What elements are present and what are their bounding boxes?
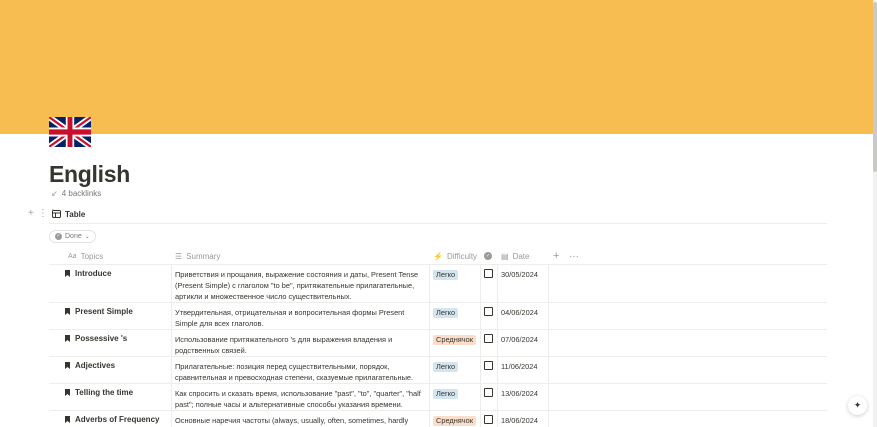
column-label: Date <box>512 251 530 261</box>
column-header-summary[interactable]: ☰ Summary <box>175 249 220 263</box>
done-checkbox[interactable] <box>484 415 493 424</box>
done-checkbox[interactable] <box>484 361 493 370</box>
calendar-icon: ▤ <box>501 251 509 261</box>
table-row[interactable]: Adverbs of Frequency Основные наречия ча… <box>49 411 827 427</box>
topic-cell[interactable]: Possessive 's <box>65 334 127 343</box>
table-row[interactable]: Introduce Приветствия и прощания, выраже… <box>49 265 827 303</box>
column-label: Summary <box>186 251 221 261</box>
done-checkbox[interactable] <box>484 307 493 316</box>
table-icon <box>52 210 61 218</box>
ai-assistant-button[interactable]: ✦ <box>848 396 867 415</box>
difficulty-badge[interactable]: Среднячок <box>433 335 476 345</box>
summary-cell[interactable]: Использование притяжательного 's для выр… <box>175 334 425 356</box>
sparkle-icon: ✦ <box>853 400 862 410</box>
topic-cell[interactable]: Adverbs of Frequency <box>65 415 159 424</box>
view-label: Table <box>65 209 86 219</box>
backlinks-link[interactable]: ↙ 4 backlinks <box>51 188 101 198</box>
topic-title: Possessive 's <box>75 334 128 343</box>
topic-title: Introduce <box>75 269 112 278</box>
done-checkbox[interactable] <box>484 334 493 343</box>
chevron-down-icon: ⌄ <box>84 234 90 240</box>
date-cell[interactable]: 04/06/2024 <box>501 308 538 317</box>
topic-cell[interactable]: Introduce <box>65 269 111 278</box>
date-cell[interactable]: 18/06/2024 <box>501 416 538 425</box>
difficulty-badge[interactable]: Легко <box>433 308 459 318</box>
summary-cell[interactable]: Основные наречия частоты (always, usuall… <box>175 415 425 427</box>
scrollbar-thumb[interactable] <box>873 2 877 172</box>
date-cell[interactable]: 11/06/2024 <box>501 362 537 371</box>
table-row[interactable]: Adjectives Прилагательные: позиция перед… <box>49 357 827 384</box>
column-header-date[interactable]: ▤ Date <box>501 249 529 263</box>
divider <box>49 223 827 224</box>
filter-label: Done <box>65 233 82 240</box>
table-row[interactable]: Possessive 's Использование притяжательн… <box>49 330 827 357</box>
add-property-icon[interactable]: + <box>553 249 559 263</box>
bookmark-icon <box>65 270 70 277</box>
filter-done-button[interactable]: ✓ Done ⌄ <box>49 230 96 243</box>
table-row[interactable]: Present Simple Утвердительная, отрицател… <box>49 303 827 330</box>
page-title[interactable]: English <box>49 160 130 188</box>
date-cell[interactable]: 30/05/2024 <box>501 270 538 279</box>
bookmark-icon <box>65 362 70 369</box>
uk-flag-icon[interactable] <box>49 117 91 147</box>
topic-cell[interactable]: Telling the time <box>65 388 133 397</box>
backlinks-label: 4 backlinks <box>61 188 102 198</box>
bookmark-icon <box>65 308 70 315</box>
summary-cell[interactable]: Прилагательные: позиция перед существите… <box>175 361 425 383</box>
check-circle-icon: ✓ <box>55 233 62 240</box>
done-checkbox[interactable] <box>484 388 493 397</box>
topic-title: Present Simple <box>75 307 133 316</box>
title-property-icon: Aa <box>68 252 77 260</box>
difficulty-badge[interactable]: Легко <box>433 389 459 399</box>
page-cover[interactable] <box>0 0 873 134</box>
topic-cell[interactable]: Present Simple <box>65 307 133 316</box>
column-header-topics[interactable]: Aa Topics <box>68 249 103 263</box>
lightning-icon: ⚡ <box>433 251 443 261</box>
topic-title: Adjectives <box>75 361 116 370</box>
summary-cell[interactable]: Как спросить и сказать время, использова… <box>175 388 425 410</box>
topic-title: Telling the time <box>75 388 134 397</box>
done-checkbox[interactable] <box>484 269 493 278</box>
table-row[interactable]: Telling the time Как спросить и сказать … <box>49 384 827 411</box>
bookmark-icon <box>65 335 70 342</box>
difficulty-badge[interactable]: Среднячок <box>433 416 476 426</box>
summary-cell[interactable]: Утвердительная, отрицательная и вопросит… <box>175 307 425 329</box>
topic-title: Adverbs of Frequency <box>75 415 160 424</box>
scrollbar[interactable] <box>873 0 877 427</box>
column-label: Topics <box>80 251 104 261</box>
date-cell[interactable]: 13/06/2024 <box>501 389 538 398</box>
column-header-difficulty[interactable]: ⚡ Difficulty <box>433 249 477 263</box>
column-label: Difficulty <box>446 251 478 261</box>
bookmark-icon <box>65 389 70 396</box>
add-block-icon[interactable]: + <box>28 209 34 219</box>
topic-cell[interactable]: Adjectives <box>65 361 115 370</box>
difficulty-badge[interactable]: Легко <box>433 270 459 280</box>
database-view-tab[interactable]: Table <box>52 209 85 219</box>
backlink-arrow-icon: ↙ <box>51 188 58 198</box>
column-header-done[interactable]: ✓ <box>484 249 492 263</box>
checkbox-property-icon: ✓ <box>484 252 492 260</box>
bookmark-icon <box>65 416 70 423</box>
more-options-icon[interactable]: ··· <box>569 249 579 263</box>
difficulty-badge[interactable]: Легко <box>433 362 459 372</box>
summary-cell[interactable]: Приветствия и прощания, выражение состоя… <box>175 269 425 302</box>
date-cell[interactable]: 07/06/2024 <box>501 335 538 344</box>
text-property-icon: ☰ <box>175 251 183 261</box>
